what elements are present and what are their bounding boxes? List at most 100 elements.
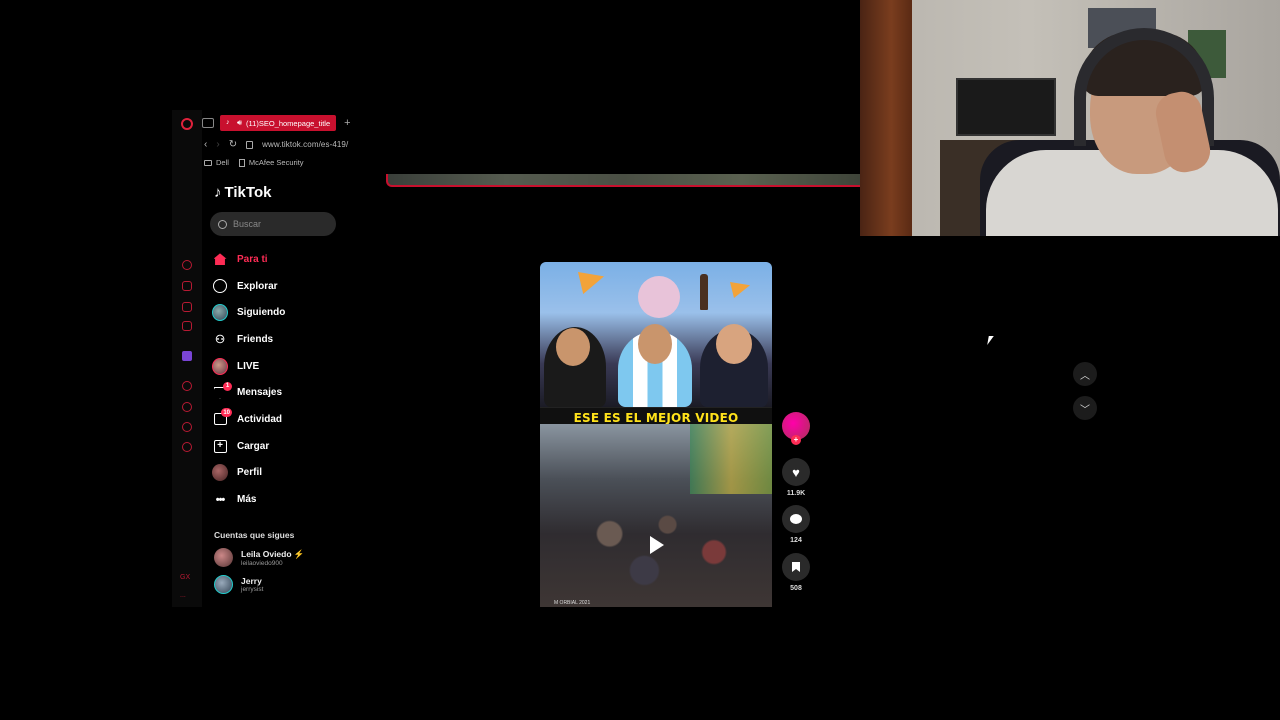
next-video-button[interactable]: ﹀	[1073, 396, 1097, 420]
video-watermark: M ORBIAL 2021	[554, 600, 591, 606]
bookmark-icon	[792, 562, 800, 572]
tab-tiktok[interactable]: ♪ 🔊︎ (11)SEO_homepage_title	[220, 115, 337, 131]
search-placeholder: Buscar	[233, 219, 262, 229]
bookmark-dell[interactable]: Dell	[204, 158, 229, 167]
video-top-frame	[540, 262, 772, 407]
room-tv	[956, 78, 1056, 136]
nav-label: LIVE	[237, 360, 260, 372]
upload-icon: +	[212, 438, 228, 454]
friends-icon: ⚇	[215, 333, 225, 346]
opera-logo-icon[interactable]	[181, 118, 193, 130]
opera-more-icon[interactable]: ...	[180, 592, 186, 599]
face-left	[556, 328, 590, 366]
save-count: 508	[790, 585, 802, 592]
bookmark-mcafee[interactable]: McAfee Security	[238, 158, 304, 167]
nav-label: Actividad	[237, 413, 283, 425]
nav-label: Cargar	[237, 440, 270, 452]
bottle-sticker	[700, 274, 708, 310]
opera-sidebar: GX ...	[172, 110, 202, 607]
avatar	[214, 575, 233, 594]
chevron-up-icon: ︿	[1080, 370, 1090, 382]
nav-label: Mensajes	[237, 387, 283, 399]
follow-plus-icon[interactable]: +	[791, 435, 801, 445]
opera-player-icon[interactable]	[182, 321, 192, 331]
nav-label: Más	[237, 494, 257, 506]
opera-clock-icon[interactable]	[182, 402, 192, 412]
face-center	[638, 324, 672, 364]
like-button[interactable]: ♥	[782, 458, 810, 486]
pizza-sticker	[730, 282, 750, 298]
speaker-icon[interactable]: 🔊︎	[237, 118, 242, 128]
verified-bolt-icon: ⚡	[293, 548, 305, 559]
nav-label: Perfil	[237, 467, 263, 479]
nav-perfil[interactable]: Perfil	[212, 460, 285, 487]
lock-icon[interactable]	[246, 141, 254, 149]
nav-live[interactable]: LIVE	[212, 353, 285, 380]
reload-icon[interactable]: ↻	[229, 139, 237, 150]
tab-title: (11)SEO_homepage_title	[246, 118, 331, 128]
tiktok-logo[interactable]: ♪ TikTok	[214, 184, 271, 201]
search-icon	[218, 219, 227, 229]
nav-siguiendo[interactable]: Siguiendo	[212, 299, 285, 326]
more-icon: •••	[215, 493, 226, 506]
tab-islands-icon[interactable]	[202, 118, 214, 128]
live-avatar-icon	[212, 357, 228, 375]
tiktok-favicon-icon: ♪	[226, 119, 230, 126]
url-field[interactable]: www.tiktok.com/es-419/	[262, 140, 348, 149]
compass-icon	[212, 278, 228, 294]
account-handle: jerrysist	[241, 586, 264, 593]
nav-cargar[interactable]: + Cargar	[212, 433, 285, 460]
twitch-icon[interactable]	[182, 351, 192, 361]
nav-actividad[interactable]: 10 Actividad	[212, 406, 285, 433]
tiktok-brand: TikTok	[224, 184, 272, 201]
like-count: 11.9K	[786, 490, 806, 497]
opera-settings-icon[interactable]	[182, 442, 192, 452]
messages-badge: 1	[223, 381, 232, 391]
following-account-jerry[interactable]: Jerry jerrysist	[214, 575, 263, 594]
activity-icon: 10	[212, 408, 232, 427]
forward-icon[interactable]: ›	[216, 139, 219, 150]
nav-mensajes[interactable]: 1 Mensajes	[212, 379, 285, 406]
previous-video-strip	[386, 174, 860, 187]
account-name: Leila Oviedo	[241, 548, 292, 559]
account-handle: leilaoviedo900	[241, 559, 283, 567]
heart-icon: ♥	[792, 464, 800, 480]
webcam-overlay	[860, 0, 1280, 236]
back-icon[interactable]: ‹	[204, 139, 207, 150]
comment-count: 124	[790, 537, 802, 544]
nav-friends[interactable]: ⚇ Friends	[212, 326, 285, 353]
messages-icon: 1	[212, 381, 232, 401]
nav-para-ti[interactable]: Para ti	[212, 246, 285, 273]
new-tab-icon[interactable]: +	[344, 117, 350, 129]
opera-play-icon[interactable]	[182, 381, 192, 391]
page-icon	[238, 158, 245, 167]
save-action: 508	[782, 553, 810, 592]
nav-label: Para ti	[237, 253, 268, 265]
comment-icon	[790, 514, 802, 524]
opera-shop-icon[interactable]	[182, 281, 192, 291]
folder-icon	[204, 159, 212, 166]
main-nav: Para ti Explorar Siguiendo ⚇ Friends LIV…	[212, 246, 285, 513]
comment-action: 124	[782, 505, 810, 544]
search-input[interactable]: Buscar	[210, 212, 336, 236]
mouse-cursor-icon	[987, 336, 994, 345]
save-button[interactable]	[782, 553, 810, 581]
account-name: Jerry	[241, 576, 262, 586]
following-account-leila[interactable]: Leila Oviedo ⚡ leilaoviedo900	[214, 548, 305, 567]
previous-video-button[interactable]: ︿	[1073, 362, 1097, 386]
avatar	[214, 548, 233, 567]
nav-explorar[interactable]: Explorar	[212, 273, 285, 300]
play-icon[interactable]	[650, 536, 664, 554]
like-action: ♥ 11.9K	[782, 458, 810, 497]
video-crowd-frame	[540, 424, 772, 607]
crowd-wall	[690, 424, 772, 494]
opera-news-icon[interactable]	[182, 302, 192, 312]
home-icon	[212, 251, 228, 267]
comment-button[interactable]	[782, 505, 810, 533]
tiktok-note-icon: ♪	[214, 184, 222, 201]
opera-history-icon[interactable]	[182, 260, 192, 270]
opera-chat-icon[interactable]	[182, 422, 192, 432]
video-player[interactable]: ESE ES EL MEJOR VIDEO M ORBIAL 2021	[540, 262, 772, 607]
chevron-down-icon: ﹀	[1080, 404, 1090, 416]
nav-mas[interactable]: ••• Más	[212, 486, 285, 513]
